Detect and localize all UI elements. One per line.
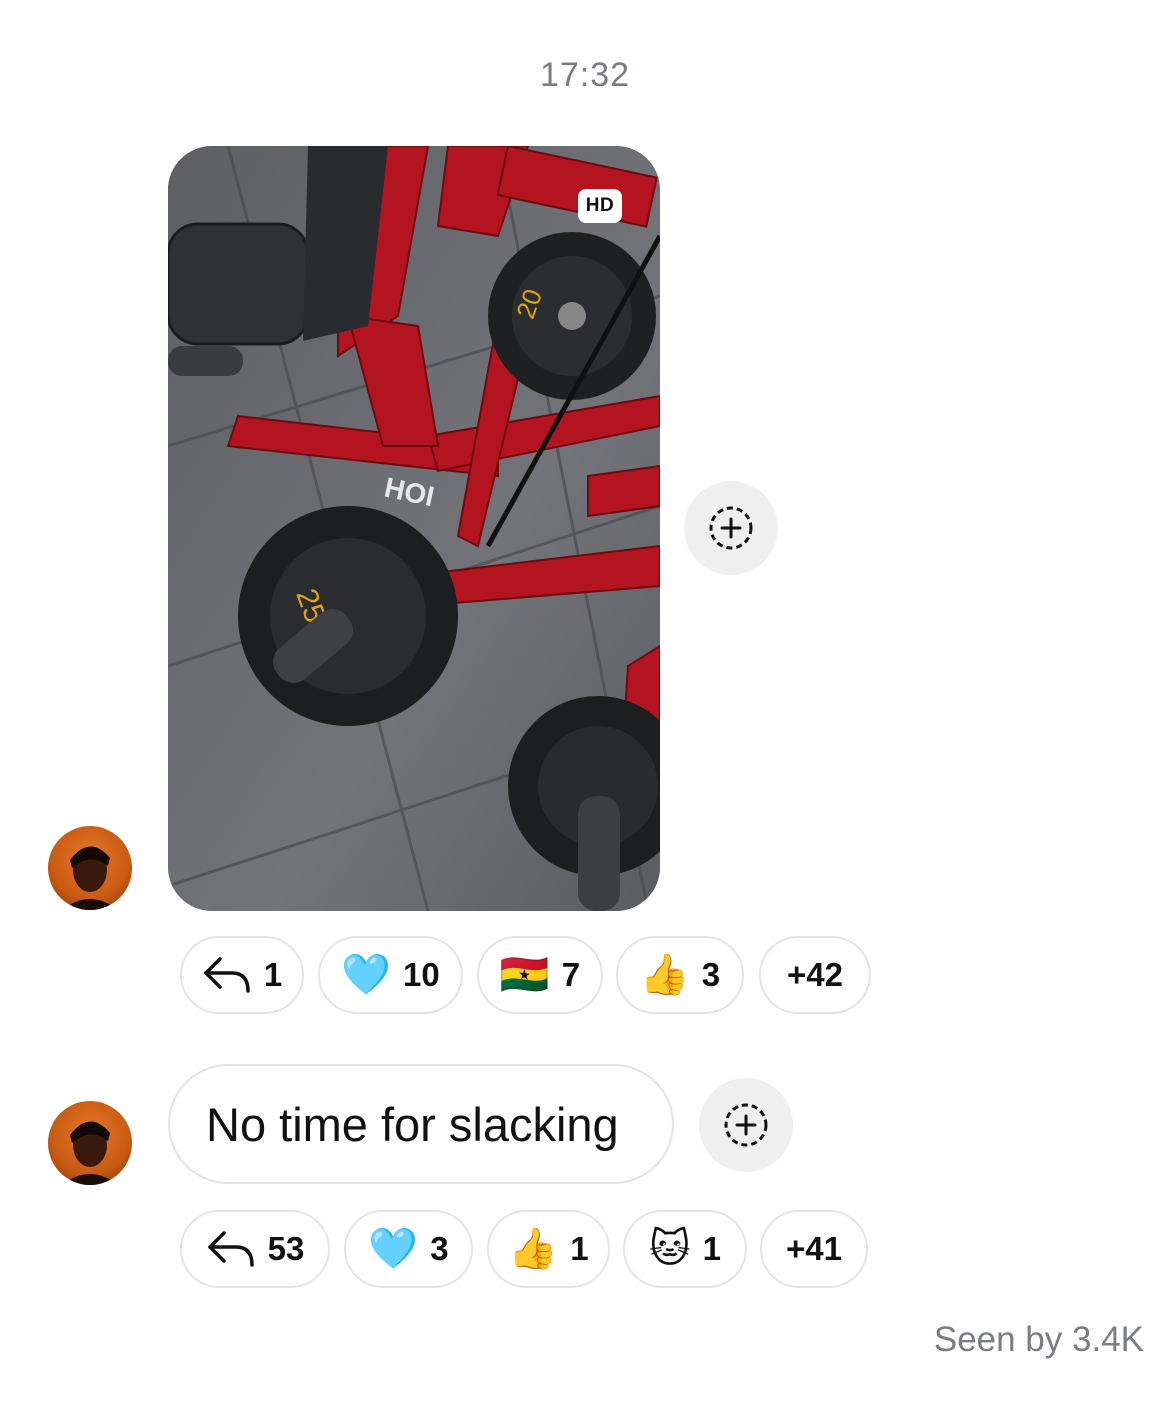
reaction-count: 1 bbox=[570, 1230, 589, 1267]
avatar-icon bbox=[62, 846, 118, 910]
reply-arrow-icon bbox=[204, 957, 250, 993]
thumbs-up-emoji: 👍 bbox=[508, 1227, 559, 1271]
reaction-count: 10 bbox=[403, 956, 440, 993]
reaction-pill[interactable]: 🇬🇭 7 bbox=[477, 936, 603, 1014]
thumbs-up-emoji: 👍 bbox=[639, 953, 690, 997]
more-reactions-pill[interactable]: +42 bbox=[759, 936, 871, 1014]
light-blue-heart-emoji: 🩵 bbox=[368, 1227, 419, 1271]
add-reaction-button[interactable] bbox=[684, 481, 778, 575]
reaction-pill[interactable]: 👍 3 bbox=[616, 936, 744, 1014]
more-reactions-count: +41 bbox=[786, 1230, 842, 1267]
message-timestamp: 17:32 bbox=[539, 56, 631, 94]
photo-message[interactable]: 20 25 HOI bbox=[168, 146, 660, 911]
reply-count: 53 bbox=[267, 1230, 305, 1267]
message-text: No time for slacking bbox=[206, 1097, 619, 1151]
reply-count-pill[interactable]: 1 bbox=[180, 936, 304, 1014]
reaction-count: 1 bbox=[702, 1230, 722, 1267]
seen-by-status[interactable]: Seen by 3.4K bbox=[934, 1320, 1144, 1360]
add-reaction-button[interactable] bbox=[699, 1078, 793, 1172]
more-reactions-count: +42 bbox=[787, 956, 843, 993]
add-reaction-icon bbox=[724, 1103, 768, 1147]
reaction-pill[interactable]: 🐱 1 bbox=[623, 1210, 747, 1288]
more-reactions-pill[interactable]: +41 bbox=[760, 1210, 868, 1288]
hd-badge: HD bbox=[578, 189, 622, 223]
ghana-flag-emoji: 🇬🇭 bbox=[499, 953, 550, 997]
reaction-pill[interactable]: 🩵 10 bbox=[318, 936, 463, 1014]
reaction-count: 3 bbox=[701, 956, 721, 993]
reaction-pill[interactable]: 🩵 3 bbox=[344, 1210, 473, 1288]
reply-arrow-icon bbox=[207, 1231, 254, 1267]
avatar-icon bbox=[62, 1121, 118, 1185]
reply-count-pill[interactable]: 53 bbox=[180, 1210, 330, 1288]
reaction-count: 3 bbox=[430, 1230, 449, 1267]
add-reaction-icon bbox=[709, 506, 753, 550]
cat-face-emoji: 🐱 bbox=[648, 1227, 691, 1271]
light-blue-heart-emoji: 🩵 bbox=[341, 953, 392, 997]
reply-count: 1 bbox=[263, 956, 283, 993]
sender-avatar[interactable] bbox=[48, 1101, 132, 1185]
gym-equipment-photo: 20 25 HOI bbox=[168, 146, 660, 911]
sender-avatar[interactable] bbox=[48, 826, 132, 910]
reaction-count: 7 bbox=[561, 956, 581, 993]
reaction-pill[interactable]: 👍 1 bbox=[487, 1210, 610, 1288]
message-bubble[interactable]: No time for slacking bbox=[168, 1064, 674, 1184]
